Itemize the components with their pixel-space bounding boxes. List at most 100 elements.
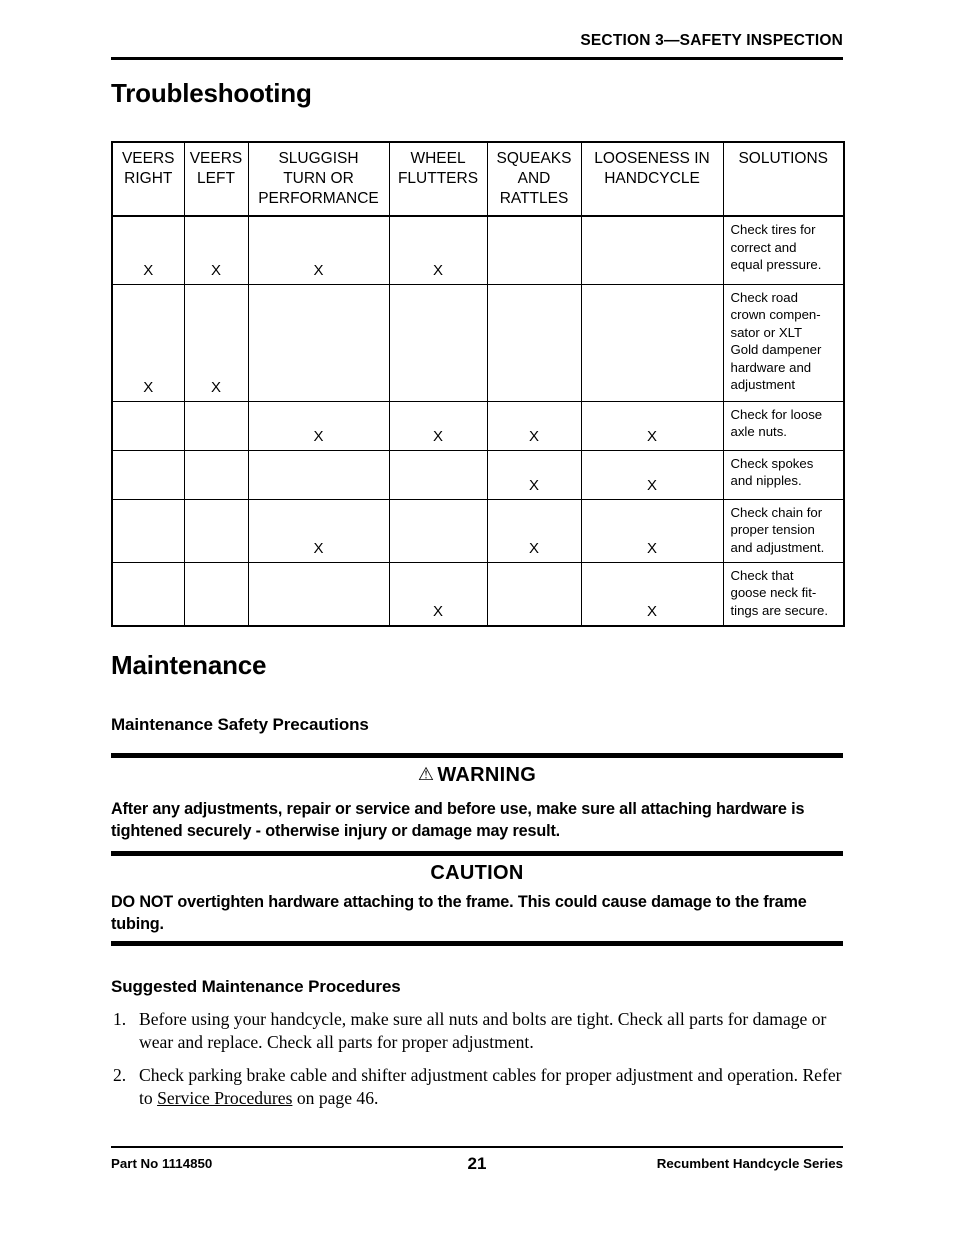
solution-line: axle nuts. [730,424,787,440]
column-header-wheel-flutters: WHEEL FLUTTERS [388,141,488,217]
header-line: RIGHT [124,169,173,187]
solution-line: correct and [730,239,797,255]
table-row: X X Check that goose neck fit- tings are… [111,561,845,627]
cell-mark [247,561,390,627]
header-divider-rule [111,57,843,60]
solution-line: proper tension [730,522,815,538]
list-item-text-after: on page 46. [292,1088,379,1109]
cell-mark [183,498,249,563]
caution-lead-text: DO NOT [111,893,174,911]
cell-mark: X [580,561,724,627]
table-row: X X Check road crown compen- sator or XL… [111,283,845,402]
warning-bottom-rule [111,851,843,856]
column-header-looseness-in-handcycle: LOOSENESS IN HANDCYCLE [580,141,724,217]
solution-line: Check spokes [730,455,814,471]
subsection-title-maintenance-safety-precautions: Maintenance Safety Precautions [111,715,369,734]
cell-mark: X [580,449,724,500]
solution-line: Check that [730,567,794,583]
solution-line: goose neck fit- [730,585,817,601]
cell-mark: X [247,498,390,563]
cell-mark [247,283,390,402]
cell-mark [111,498,185,563]
cell-mark [388,283,488,402]
cell-mark: X [486,498,582,563]
header-line: VEERS [189,150,243,167]
cell-mark [183,561,249,627]
section-title-maintenance: Maintenance [111,650,267,680]
list-item-number: 1. [113,1009,127,1029]
header-line: SLUGGISH [278,150,359,167]
header-line: SOLUTIONS [738,150,829,167]
column-header-solutions: SOLUTIONS [722,141,845,217]
caution-body-text: DO NOT overtighten hardware attaching to… [111,891,843,936]
solution-line: Check for loose [730,406,823,422]
list-item: 2. Check parking brake cable and shifter … [111,1064,843,1111]
page-content: SECTION 3—SAFETY INSPECTION Troubleshoot… [111,0,845,1235]
warning-body-text: After any adjustments, repair or service… [111,800,805,841]
table-row: X X Check spokes and nipples. [111,449,845,500]
solution-line: and adjustment. [730,539,825,555]
solution-line: Gold dampener [730,342,822,358]
header-line: SQUEAKS [496,150,572,167]
column-header-veers-right: VEERS RIGHT [111,141,185,217]
header-line: HANDCYCLE [604,169,700,187]
cell-mark: X [183,283,249,402]
header-line: FLUTTERS [397,169,479,187]
cell-mark [247,449,390,500]
running-header-section-title: SECTION 3—SAFETY INSPECTION [580,32,843,49]
caution-bottom-rule [111,941,843,946]
cell-mark: X [388,215,488,285]
list-item: 1. Before using your handcycle, make sur… [111,1008,843,1055]
solution-line: tings are secure. [730,602,829,618]
header-line: RATTLES [499,189,569,207]
list-item-number: 2. [113,1064,127,1085]
cell-mark [486,283,582,402]
cell-mark: X [388,561,488,627]
troubleshooting-table-container: VEERS RIGHT VEERS LEFT SLUGGISH TURN OR … [111,141,845,627]
cell-mark [486,215,582,285]
solution-line: equal pressure. [730,257,822,273]
cell-mark [388,449,488,500]
cell-solution: Check road crown compen- sator or XLT Go… [722,283,845,402]
header-line: PERFORMANCE [258,189,379,207]
cell-mark: X [183,215,249,285]
footer-series-name: Recumbent Handcycle Series [656,1156,843,1171]
caution-title: CAUTION [430,862,524,884]
cell-mark [111,449,185,500]
cell-mark [580,283,724,402]
solution-line: hardware and [730,359,812,375]
solution-line: Check chain for [730,504,823,520]
header-line: LEFT [197,169,235,187]
warning-title: ⚠ WARNING [111,764,843,787]
cell-mark [580,215,724,285]
header-line: AND [517,169,551,187]
warning-top-rule [111,753,843,758]
cell-mark: X [580,400,724,451]
list-item-text: Before using your handcycle, make sure a… [139,1009,827,1053]
column-header-squeaks-and-rattles: SQUEAKS AND RATTLES [486,141,582,217]
cell-solution: Check that goose neck fit- tings are sec… [722,561,845,627]
footer-divider-rule [111,1146,843,1148]
solution-line: Check tires for [730,222,816,237]
cross-reference-link-service-procedures[interactable]: Service Procedures [157,1088,292,1108]
solution-line: Check road [730,289,798,305]
solution-line: sator or XLT [730,324,803,340]
cell-solution: Check tires for correct and equal pressu… [722,215,845,285]
header-line: TURN OR [283,169,354,187]
cell-mark: X [111,215,185,285]
cell-mark [183,449,249,500]
header-line: WHEEL [410,150,466,167]
cell-mark [111,561,185,627]
cell-mark [486,561,582,627]
cell-mark: X [247,400,390,451]
page-title-troubleshooting: Troubleshooting [111,78,312,108]
solution-line: adjustment [730,377,796,393]
cell-mark: X [580,498,724,563]
cell-mark: X [486,449,582,500]
cell-mark: X [111,283,185,402]
solution-line: crown compen- [730,307,821,323]
page-footer: Part No 1114850 21 Recumbent Handcycle S… [111,1154,843,1176]
warning-triangle-icon: ⚠ [417,764,435,784]
cell-mark: X [388,400,488,451]
table-row: X X X X Check for loose axle nuts. [111,400,845,451]
